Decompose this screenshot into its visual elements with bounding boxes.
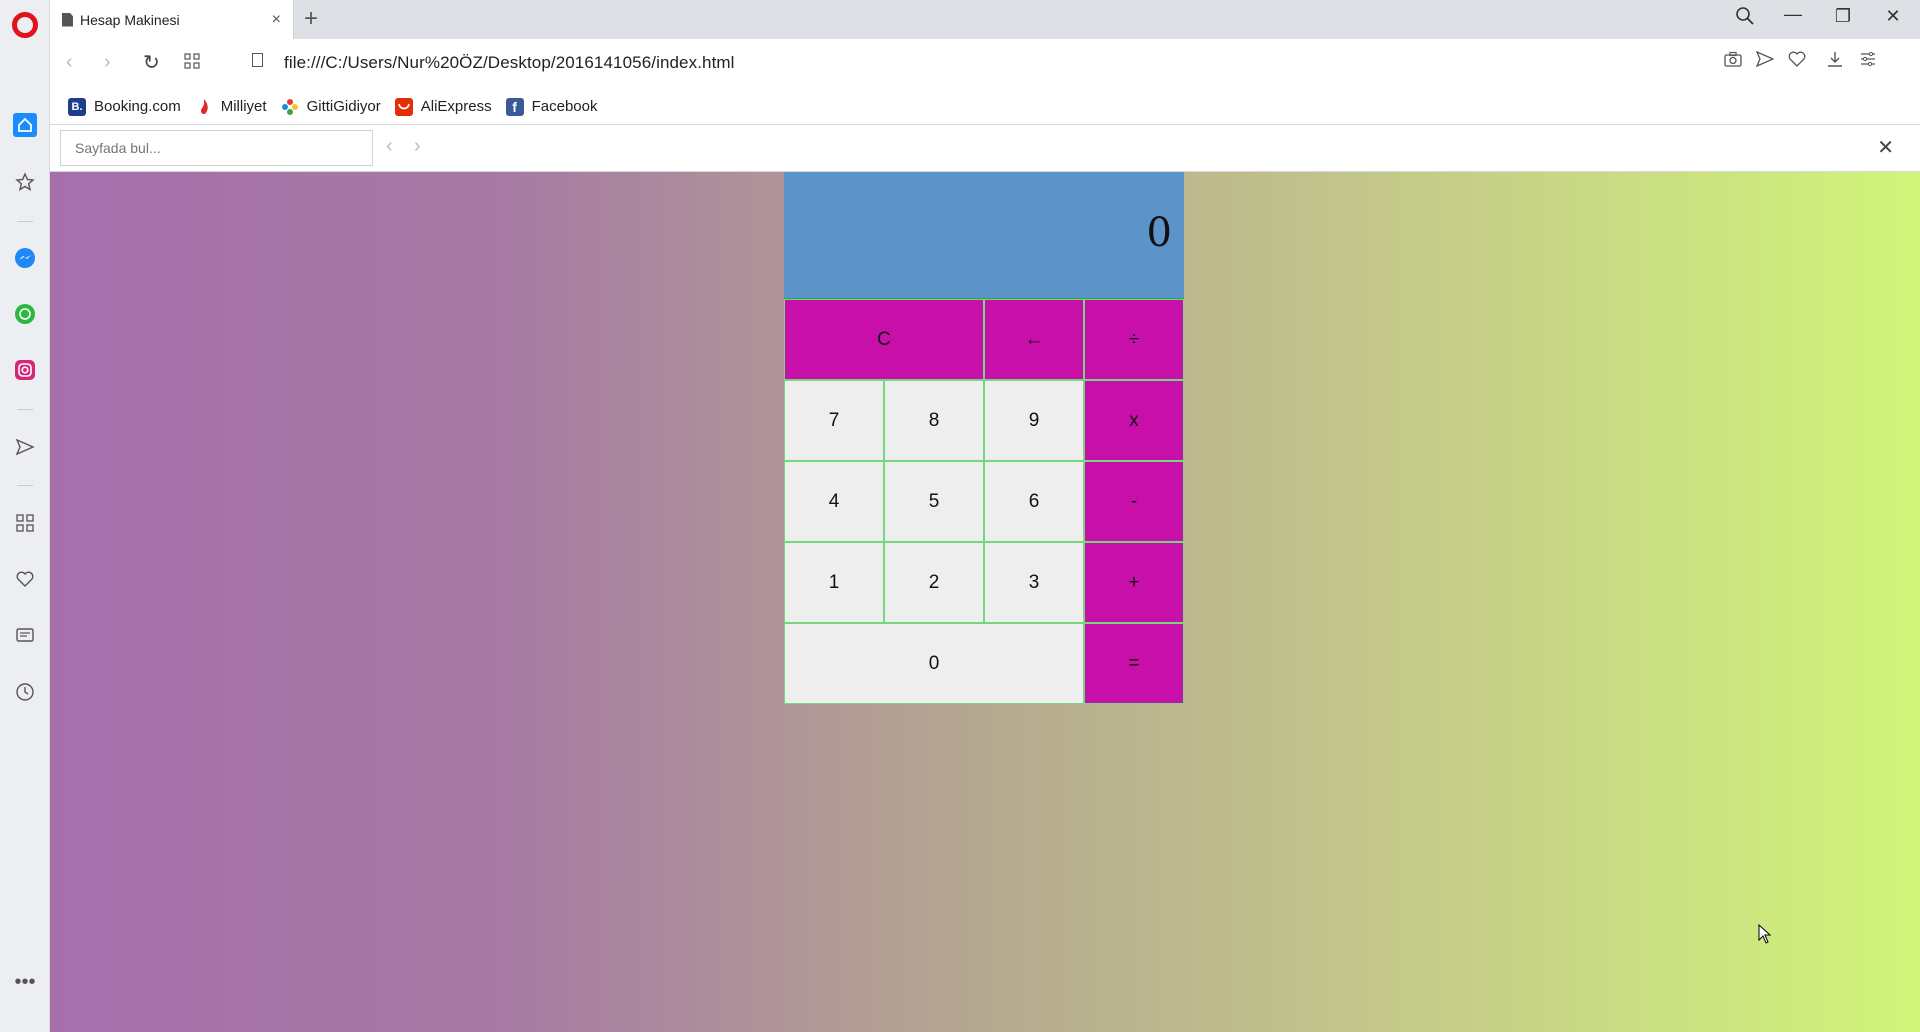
bookmark-aliexpress[interactable]: AliExpress [394,97,492,116]
instagram-icon[interactable] [13,358,37,382]
key-equals-button[interactable]: = [1084,623,1184,704]
camera-icon[interactable] [1722,51,1744,72]
messenger-icon[interactable] [13,246,37,270]
key-6-button[interactable]: 6 [984,461,1084,542]
key-9-button[interactable]: 9 [984,380,1084,461]
file-icon [252,53,263,67]
restore-button[interactable]: ❐ [1828,6,1858,27]
heart-icon[interactable] [13,567,37,591]
url-field[interactable]: file:///C:/Users/Nur%20ÖZ/Desktop/201614… [284,53,735,73]
key-7-button[interactable]: 7 [784,380,884,461]
display-value: 0 [1146,210,1172,256]
find-input[interactable] [60,130,373,166]
heart-icon[interactable] [1786,51,1808,72]
reload-icon[interactable]: ↻ [143,50,160,75]
address-bar: ‹ › ↻ file:///C:/Users/Nur%20ÖZ/Desktop/… [50,39,1920,89]
key-add-button[interactable]: + [1084,542,1184,623]
bookmark-milliyet[interactable]: Milliyet [195,98,267,116]
more-dots-icon[interactable]: ••• [13,970,37,994]
opera-logo-icon[interactable] [12,12,38,38]
find-next-icon[interactable]: › [414,135,421,158]
tab-close-icon[interactable]: × [272,11,281,29]
download-icon[interactable] [1824,51,1846,72]
bookmark-label: Booking.com [94,98,181,115]
find-close-icon[interactable]: ✕ [1877,135,1894,160]
send-icon[interactable] [13,435,37,459]
send-icon[interactable] [1754,50,1776,72]
key-multiply-button[interactable]: x [1084,380,1184,461]
bookmark-gittigidiyor[interactable]: GittiGidiyor [281,98,381,116]
opera-sidebar: ••• [0,0,50,1032]
booking-icon: B. [68,97,86,116]
key-4-button[interactable]: 4 [784,461,884,542]
speed-dial-icon[interactable] [13,511,37,535]
bookmark-facebook[interactable]: f Facebook [505,97,598,116]
milliyet-icon [195,98,213,116]
key-divide-button[interactable]: ÷ [1084,299,1184,380]
calculator: 0 C ← ÷ 7 8 9 x 4 5 6-1 2 3 +0 = [784,172,1184,704]
key-clear-button[interactable]: C [784,299,984,380]
key-subtract-button[interactable]: - [1084,461,1184,542]
gittigidiyor-icon [281,98,299,116]
key-backspace-button[interactable]: ← [984,299,1084,380]
history-clock-icon[interactable] [13,680,37,704]
tab-hesap-makinesi[interactable]: Hesap Makinesi × [50,0,294,39]
tab-title: Hesap Makinesi [80,11,180,28]
bookmark-label: Milliyet [220,98,267,115]
page-content: 0 C ← ÷ 7 8 9 x 4 5 6-1 2 3 +0 = [50,172,1920,1032]
sidebar-divider [17,221,33,222]
minimize-button[interactable]: — [1778,4,1808,25]
bookmark-label: AliExpress [420,98,492,115]
key-2-button[interactable]: 2 [884,542,984,623]
tab-strip: Hesap Makinesi × + — ❐ ✕ [50,0,1920,39]
star-icon[interactable] [13,170,37,194]
close-window-button[interactable]: ✕ [1878,6,1908,27]
sidebar-divider [17,409,33,410]
forward-icon[interactable]: › [104,51,111,74]
new-tab-button[interactable]: + [304,6,318,32]
page-icon [62,12,73,27]
easy-setup-icon[interactable] [1857,51,1879,72]
bookmark-booking[interactable]: B. Booking.com [68,97,181,116]
news-icon[interactable] [13,623,37,647]
find-bar: ‹ › ✕ [50,125,1920,172]
home-icon[interactable] [13,113,37,137]
calculator-keypad: C ← ÷ 7 8 9 x 4 5 6- 1 2 3 +0 = [784,298,1184,704]
calculator-display: 0 [784,172,1184,298]
key-8-button[interactable]: 8 [884,380,984,461]
key-0-button[interactable]: 0 [784,623,1084,704]
search-icon[interactable] [1730,6,1760,31]
bookmarks-bar: B. Booking.com Milliyet GittiGidiyor Ali… [50,89,1920,125]
mouse-cursor-icon [1758,924,1772,944]
key-5-button[interactable]: 5 [884,461,984,542]
find-prev-icon[interactable]: ‹ [386,135,393,158]
tabs-grid-icon[interactable] [184,52,200,75]
aliexpress-icon [394,97,413,116]
bookmark-label: GittiGidiyor [306,98,381,115]
back-icon[interactable]: ‹ [66,51,73,74]
facebook-icon: f [505,97,524,116]
sidebar-divider [17,485,33,486]
whatsapp-icon[interactable] [13,302,37,326]
bookmark-label: Facebook [531,98,598,115]
key-3-button[interactable]: 3 [984,542,1084,623]
key-1-button[interactable]: 1 [784,542,884,623]
